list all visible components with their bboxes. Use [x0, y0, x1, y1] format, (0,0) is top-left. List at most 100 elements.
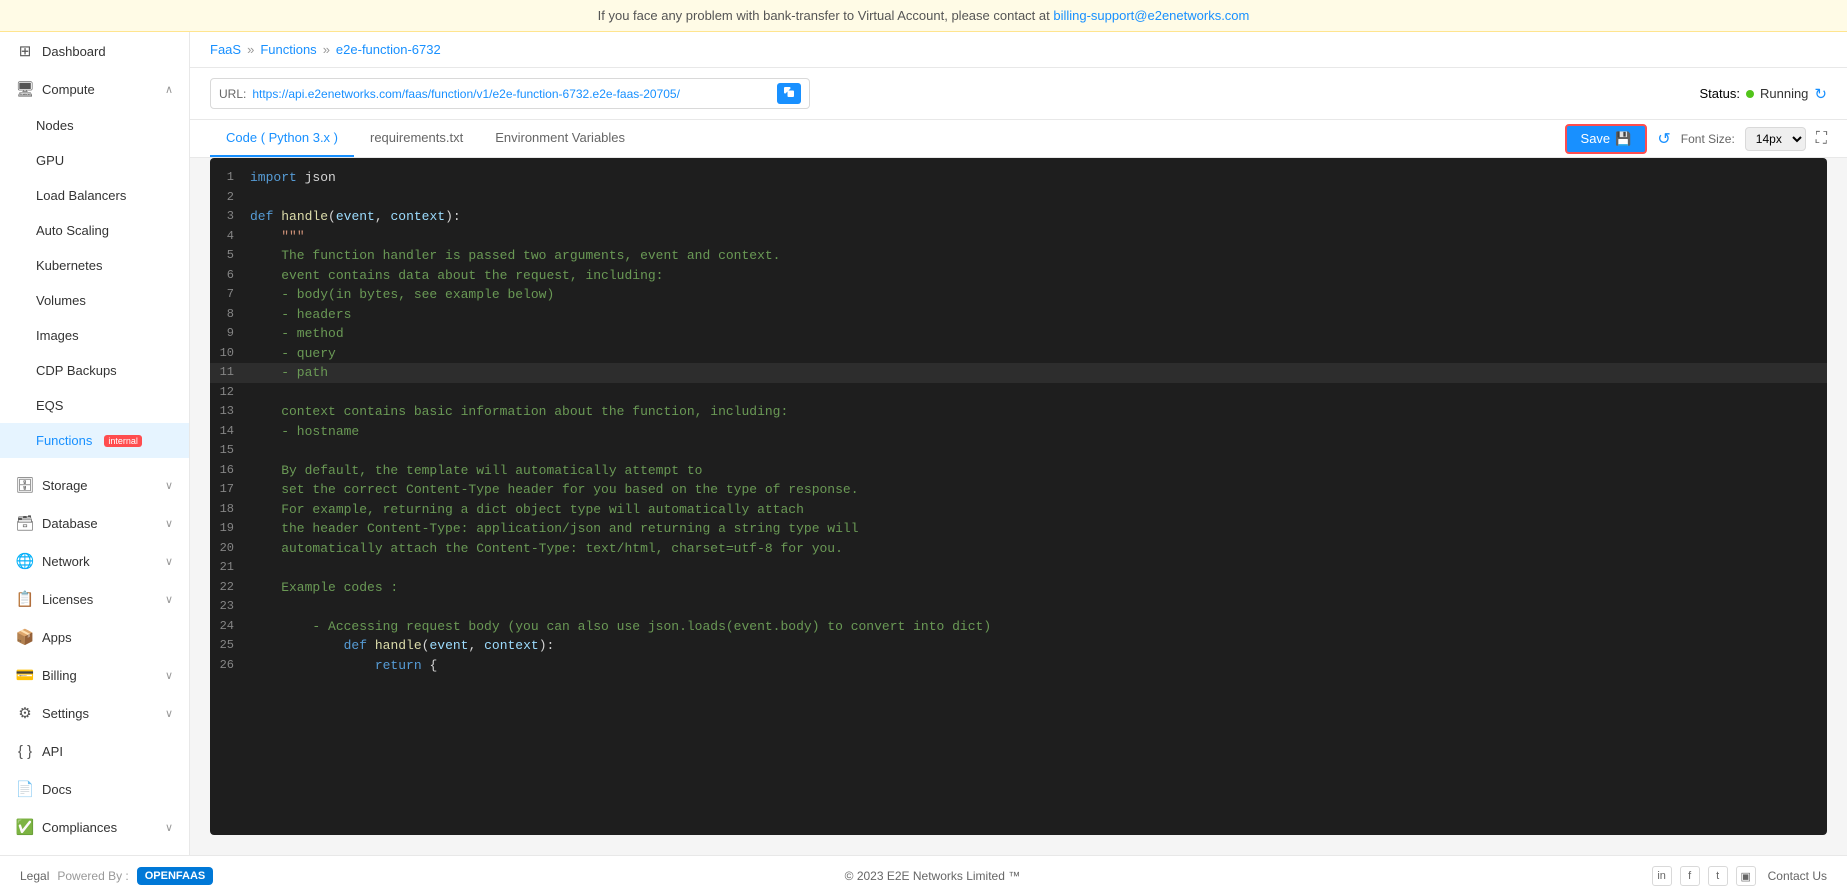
sidebar-item-network[interactable]: 🌐 Network ∨: [0, 542, 189, 580]
code-line: 20 automatically attach the Content-Type…: [210, 539, 1827, 559]
sidebar-item-dashboard[interactable]: ⊞ Dashboard: [0, 32, 189, 70]
storage-chevron-icon: ∨: [165, 479, 173, 492]
code-line: 13 context contains basic information ab…: [210, 402, 1827, 422]
sidebar-label-docs: Docs: [42, 782, 72, 797]
code-line: 23: [210, 597, 1827, 617]
sidebar-label-images: Images: [36, 328, 79, 343]
licenses-chevron-icon: ∨: [165, 593, 173, 606]
sidebar-item-gpu[interactable]: GPU: [0, 143, 189, 178]
sidebar-item-auto-scaling[interactable]: Auto Scaling: [0, 213, 189, 248]
footer-powered-by: Powered By :: [57, 869, 128, 883]
sidebar-item-cdp-backups[interactable]: CDP Backups: [0, 353, 189, 388]
code-line: 8 - headers: [210, 305, 1827, 325]
code-line: 2: [210, 188, 1827, 208]
functions-badge: internal: [104, 435, 142, 447]
url-bar: URL: https://api.e2enetworks.com/faas/fu…: [190, 68, 1847, 120]
sidebar-item-load-balancers[interactable]: Load Balancers: [0, 178, 189, 213]
sidebar-item-eqs[interactable]: EQS: [0, 388, 189, 423]
sidebar-item-kubernetes[interactable]: Kubernetes: [0, 248, 189, 283]
rss-icon[interactable]: ▣: [1736, 866, 1756, 886]
sidebar-item-licenses[interactable]: 📋 Licenses ∨: [0, 580, 189, 618]
font-size-select[interactable]: 10px 12px 13px 14px 16px 18px 20px: [1745, 127, 1806, 151]
footer-copyright: © 2023 E2E Networks Limited ™: [845, 869, 1021, 883]
status-label: Status:: [1700, 86, 1740, 101]
url-label: URL:: [219, 87, 246, 101]
code-line: 22 Example codes :: [210, 578, 1827, 598]
database-chevron-icon: ∨: [165, 517, 173, 530]
tab-env-vars[interactable]: Environment Variables: [479, 120, 641, 157]
code-line: 9 - method: [210, 324, 1827, 344]
sidebar-label-cdp-backups: CDP Backups: [36, 363, 117, 378]
sidebar-item-docs[interactable]: 📄 Docs: [0, 770, 189, 808]
sidebar-label-api: API: [42, 744, 63, 759]
compute-icon: 🖥: [16, 80, 34, 98]
save-button[interactable]: Save 💾: [1565, 124, 1648, 154]
code-editor[interactable]: 1 import json 2 3 def handle(event, cont…: [210, 158, 1827, 835]
sidebar-item-functions[interactable]: Functions internal: [0, 423, 189, 458]
breadcrumb-sep-2: »: [323, 42, 330, 57]
sidebar-item-images[interactable]: Images: [0, 318, 189, 353]
breadcrumb-function-name[interactable]: e2e-function-6732: [336, 42, 441, 57]
code-line: 1 import json: [210, 168, 1827, 188]
sidebar-item-compliances[interactable]: ✅ Compliances ∨: [0, 808, 189, 846]
tab-requirements[interactable]: requirements.txt: [354, 120, 479, 157]
code-line: 3 def handle(event, context):: [210, 207, 1827, 227]
settings-icon: ⚙: [16, 704, 34, 722]
tabs-bar: Code ( Python 3.x ) requirements.txt Env…: [190, 120, 1847, 158]
sidebar: ⊞ Dashboard 🖥 Compute ∧ Nodes GPU Load B…: [0, 32, 190, 855]
contact-us-link[interactable]: Contact Us: [1768, 869, 1827, 883]
status-text: Running: [1760, 86, 1808, 101]
breadcrumb-functions[interactable]: Functions: [260, 42, 316, 57]
top-banner: If you face any problem with bank-transf…: [0, 0, 1847, 32]
code-line: 18 For example, returning a dict object …: [210, 500, 1827, 520]
reset-button[interactable]: ↺: [1657, 129, 1670, 149]
code-line: 17 set the correct Content-Type header f…: [210, 480, 1827, 500]
sidebar-item-nodes[interactable]: Nodes: [0, 108, 189, 143]
sidebar-label-functions: Functions: [36, 433, 92, 448]
sidebar-label-load-balancers: Load Balancers: [36, 188, 126, 203]
storage-icon: 🗄: [16, 476, 34, 494]
sidebar-item-storage[interactable]: 🗄 Storage ∨: [0, 466, 189, 504]
tab-actions: Save 💾 ↺ Font Size: 10px 12px 13px 14px …: [1565, 124, 1827, 154]
sidebar-item-settings[interactable]: ⚙ Settings ∨: [0, 694, 189, 732]
sidebar-item-compute[interactable]: 🖥 Compute ∧: [0, 70, 189, 108]
url-copy-button[interactable]: [777, 83, 801, 104]
footer-right: in f t ▣ Contact Us: [1652, 866, 1827, 886]
linkedin-icon[interactable]: in: [1652, 866, 1672, 886]
sidebar-label-volumes: Volumes: [36, 293, 86, 308]
fullscreen-button[interactable]: ⛶: [1816, 130, 1827, 148]
sidebar-label-compliances: Compliances: [42, 820, 117, 835]
sidebar-label-network: Network: [42, 554, 90, 569]
banner-text: If you face any problem with bank-transf…: [598, 8, 1054, 23]
copyright-text: © 2023 E2E Networks Limited ™: [845, 869, 1021, 883]
sidebar-item-support[interactable]: 🎧 Support ∨: [0, 846, 189, 855]
api-icon: { }: [16, 742, 34, 760]
facebook-icon[interactable]: f: [1680, 866, 1700, 886]
footer-social: in f t ▣: [1652, 866, 1756, 886]
code-line: 26 return {: [210, 656, 1827, 676]
sidebar-label-compute: Compute: [42, 82, 95, 97]
code-line: 5 The function handler is passed two arg…: [210, 246, 1827, 266]
twitter-icon[interactable]: t: [1708, 866, 1728, 886]
sidebar-item-volumes[interactable]: Volumes: [0, 283, 189, 318]
breadcrumb: FaaS » Functions » e2e-function-6732: [190, 32, 1847, 68]
network-chevron-icon: ∨: [165, 555, 173, 568]
sidebar-item-database[interactable]: 🗃 Database ∨: [0, 504, 189, 542]
refresh-icon[interactable]: ↻: [1814, 85, 1827, 103]
save-label: Save: [1581, 131, 1611, 146]
font-size-label: Font Size:: [1681, 132, 1735, 146]
status-area: Status: Running ↻: [1700, 85, 1827, 103]
sidebar-item-api[interactable]: { } API: [0, 732, 189, 770]
apps-icon: 📦: [16, 628, 34, 646]
sidebar-item-billing[interactable]: 💳 Billing ∨: [0, 656, 189, 694]
sidebar-label-settings: Settings: [42, 706, 89, 721]
banner-email-link[interactable]: billing-support@e2enetworks.com: [1053, 8, 1249, 23]
tab-code[interactable]: Code ( Python 3.x ): [210, 120, 354, 157]
code-line: 16 By default, the template will automat…: [210, 461, 1827, 481]
sidebar-item-apps[interactable]: 📦 Apps: [0, 618, 189, 656]
sidebar-label-licenses: Licenses: [42, 592, 93, 607]
breadcrumb-faas[interactable]: FaaS: [210, 42, 241, 57]
openfaas-badge: OPENFAAS: [137, 867, 214, 885]
footer-legal[interactable]: Legal: [20, 869, 49, 883]
main-content: FaaS » Functions » e2e-function-6732 URL…: [190, 32, 1847, 855]
